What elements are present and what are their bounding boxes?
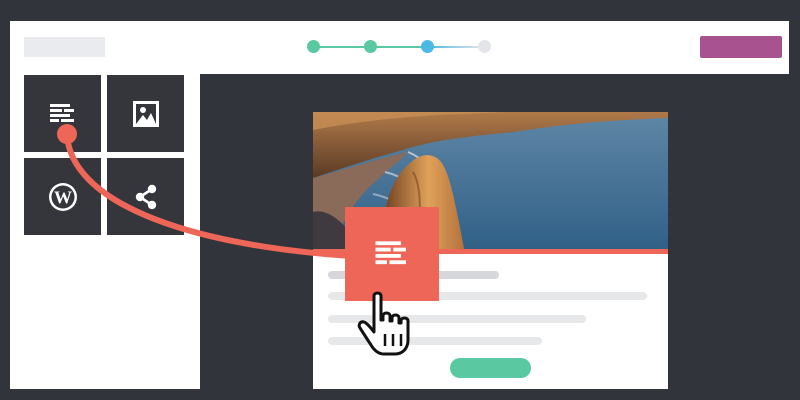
- dragged-text-block[interactable]: [345, 207, 439, 301]
- top-bar: [10, 21, 789, 74]
- step-connector: [370, 46, 427, 48]
- text-block[interactable]: [24, 75, 101, 152]
- share-icon: [135, 184, 156, 209]
- wordpress-icon: W: [48, 182, 77, 211]
- svg-text:W: W: [54, 187, 72, 207]
- hand-pointer-icon: [357, 291, 410, 356]
- publish-button[interactable]: [700, 36, 782, 58]
- step-4-dot[interactable]: [478, 40, 491, 53]
- share-block[interactable]: [107, 158, 184, 235]
- step-connector: [313, 46, 370, 48]
- progress-stepper: [307, 38, 497, 56]
- text-lines-icon: [375, 241, 406, 265]
- editor-canvas[interactable]: [200, 74, 789, 389]
- step-3-dot[interactable]: [421, 40, 434, 53]
- blocks-sidebar: W: [10, 74, 200, 389]
- step-1-dot[interactable]: [307, 40, 320, 53]
- step-2-dot[interactable]: [364, 40, 377, 53]
- text-lines-icon: [49, 103, 74, 122]
- image-icon: [132, 100, 159, 127]
- logo-placeholder: [24, 37, 105, 57]
- step-connector: [427, 46, 484, 48]
- card-cta-button[interactable]: [450, 358, 531, 378]
- wordpress-block[interactable]: W: [24, 158, 101, 235]
- image-block[interactable]: [107, 75, 184, 152]
